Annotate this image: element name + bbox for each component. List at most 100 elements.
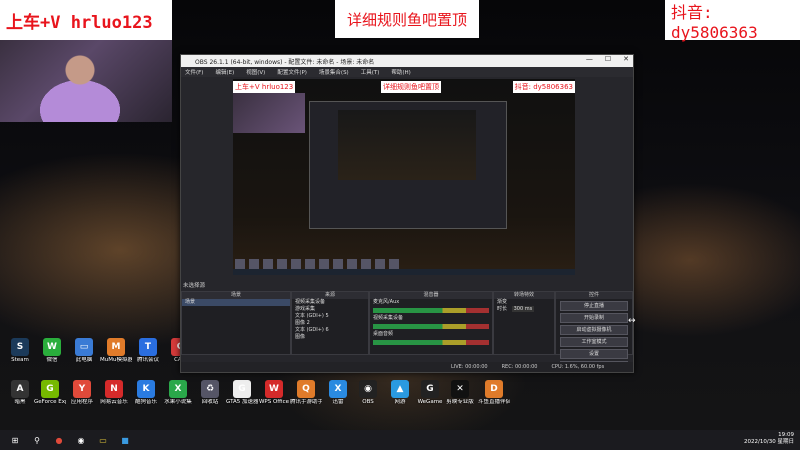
desktop-icon[interactable]: ♻ 回收站 (194, 380, 226, 405)
obs-titlebar[interactable]: OBS 26.1.1 (64-bit, windows) - 配置文件: 未命名… (181, 55, 633, 67)
desktop-icon[interactable]: K 酷狗音乐 (130, 380, 162, 405)
app-icon: A (11, 380, 29, 398)
desktop-icon[interactable]: W WPS Office (258, 380, 290, 405)
duration-field[interactable]: 300 ms (511, 306, 535, 312)
clock-date: 2022/10/30 星期日 (744, 439, 794, 445)
desktop-icon-label: 暗黑 (14, 399, 26, 405)
explorer-icon[interactable]: ▭ (96, 433, 110, 447)
system-tray-clock[interactable]: 19:09 2022/10/30 星期日 (744, 432, 794, 446)
windows-start-icon[interactable]: ⊞ (8, 433, 22, 447)
desktop-icon[interactable]: Y 应用程序 (66, 380, 98, 405)
desktop-icon[interactable]: D 斗鱼直播伴侣 (478, 380, 510, 405)
search-icon[interactable]: ⚲ (30, 433, 44, 447)
desktop-icon[interactable]: ✕ 剪映专业版 (444, 380, 476, 405)
mixer-track-label: 桌面音频 (373, 331, 394, 337)
obs-preview[interactable]: 上车+V hrluo123 详细规则鱼吧置顶 抖音: dy5806363 (233, 79, 575, 275)
desktop-icon[interactable]: G WeGame (414, 380, 446, 405)
desktop-icon[interactable]: N 网易云音乐 (98, 380, 130, 405)
app-icon: G (421, 380, 439, 398)
desktop-icon[interactable]: X 迅雷 (322, 380, 354, 405)
control-button[interactable]: 启动虚拟摄像机 (560, 325, 628, 335)
mixer-track-label: 麦克风/Aux (373, 299, 400, 305)
close-icon[interactable]: ✕ (623, 55, 629, 63)
mixer-track-label: 视频采集设备 (373, 315, 404, 321)
obs-statusbar: LIVE: 00:00:00 REC: 00:00:00 CPU: 1.6%, … (181, 362, 633, 372)
desktop-icon-label: 此电脑 (75, 357, 93, 363)
transition-duration-label: 时长 300 ms (494, 306, 554, 313)
desktop-icon[interactable]: ◉ OBS (352, 380, 384, 405)
desktop-icon[interactable]: W 微信 (36, 338, 68, 363)
desktop-icon-label: OBS (362, 399, 374, 405)
desktop-icon[interactable]: G GTA5 加速器 (226, 380, 258, 405)
obs-menu-item[interactable]: 文件(F) (185, 68, 203, 76)
source-item[interactable]: 文本 (GDI+) 5 (292, 313, 368, 320)
taskbar: ⊞ ⚲ ● ◉ ▭ ■ 19:09 2022/10/30 星期日 (0, 430, 800, 450)
obs-menu-item[interactable]: 帮助(H) (391, 68, 410, 76)
preview-banner-left: 上车+V hrluo123 (233, 81, 296, 93)
app-icon: S (11, 338, 29, 356)
maximize-icon[interactable]: ☐ (605, 55, 611, 63)
obs-menu-item[interactable]: 视图(V) (246, 68, 265, 76)
mixer-volume-meter[interactable] (373, 324, 489, 329)
obs-title-text: OBS 26.1.1 (64-bit, windows) - 配置文件: 未命名… (195, 58, 375, 66)
app-icon: ◉ (359, 380, 377, 398)
preview-webcam (233, 93, 305, 133)
minimize-icon[interactable]: — (586, 55, 593, 63)
desktop-icon-label: WeGame (417, 399, 443, 405)
sources-dock: 来源 视频采集设备 游戏采集 文本 (GDI+) 5 图像 2 文本 (GDI+) 6图… (291, 291, 369, 355)
obs-menu-item[interactable]: 场景集合(S) (319, 68, 349, 76)
desktop-icon[interactable]: ▭ 此电脑 (68, 338, 100, 363)
desktop-icon[interactable]: M MuMu模拟器 (100, 338, 132, 363)
app-icon: W (43, 338, 61, 356)
control-button[interactable]: 停止直播 (560, 301, 628, 311)
mixer-volume-meter[interactable] (373, 308, 489, 313)
app-icon: Q (297, 380, 315, 398)
desktop-icon[interactable]: A 暗黑 (4, 380, 36, 405)
obs-menu-item[interactable]: 工具(T) (361, 68, 380, 76)
app-icon: W (265, 380, 283, 398)
desktop-icon-label: 网易云音乐 (100, 399, 128, 405)
desktop-icon-label: 腾讯会议 (136, 357, 159, 363)
app-icon: G (41, 380, 59, 398)
source-item[interactable]: 图像 2 (292, 320, 368, 327)
nested-preview (338, 110, 476, 180)
app-icon: N (105, 380, 123, 398)
browser-icon[interactable]: ● (52, 433, 66, 447)
desktop-icon[interactable]: GGeForce Experience (34, 380, 66, 405)
scenes-header: 场景 (182, 292, 290, 299)
mouse-cursor-icon: ↔ (628, 316, 636, 326)
preview-nested-obs (309, 101, 507, 229)
obs-menu-item[interactable]: 配置文件(P) (277, 68, 307, 76)
desktop-icon-label: MuMu模拟器 (100, 357, 132, 363)
desktop-icon[interactable]: T 腾讯会议 (132, 338, 164, 363)
cpu-fps: CPU: 1.6%, 60.00 fps (551, 364, 605, 370)
source-item[interactable]: 文本 (GDI+) 6 (292, 327, 368, 334)
desktop-icon-label: 回收站 (201, 399, 219, 405)
control-button[interactable]: 设置 (560, 349, 628, 359)
desktop-icon-label: WPS Office (258, 399, 290, 405)
desktop-icon[interactable]: S Steam (4, 338, 36, 363)
app-icon: K (137, 380, 155, 398)
no-source-selected-label: 未选择源 (183, 283, 206, 289)
source-item[interactable]: 图像 (292, 334, 368, 341)
app-icon: X (329, 380, 347, 398)
obs-window[interactable]: OBS 26.1.1 (64-bit, windows) - 配置文件: 未命名… (180, 54, 634, 373)
desktop-icon-label: 斗鱼直播伴侣 (478, 399, 510, 405)
control-button[interactable]: 开始录制 (560, 313, 628, 323)
sources-header: 来源 (292, 292, 368, 299)
control-button[interactable]: 工作室模式 (560, 337, 628, 347)
source-item[interactable]: 视频采集设备 (292, 299, 368, 306)
clock-time: 19:09 (778, 432, 794, 438)
source-item[interactable]: 游戏采集 (292, 306, 368, 313)
obs-taskbar-icon[interactable]: ◉ (74, 433, 88, 447)
obs-menu-item[interactable]: 编辑(E) (215, 68, 234, 76)
desktop-icon-label: 腾讯手游助手 (290, 399, 322, 405)
transition-type-select[interactable]: 渐变 (494, 299, 554, 306)
desktop-icon[interactable]: Q 腾讯手游助手 (290, 380, 322, 405)
game-taskbar-icon[interactable]: ■ (118, 433, 132, 447)
mixer-volume-meter[interactable] (373, 340, 489, 345)
desktop-icon[interactable]: X 水果小说集 (162, 380, 194, 405)
desktop-icon[interactable]: ▲ 网游 (384, 380, 416, 405)
scene-item[interactable]: 场景 (182, 299, 290, 306)
desktop-icon-label: GTA5 加速器 (226, 399, 258, 405)
